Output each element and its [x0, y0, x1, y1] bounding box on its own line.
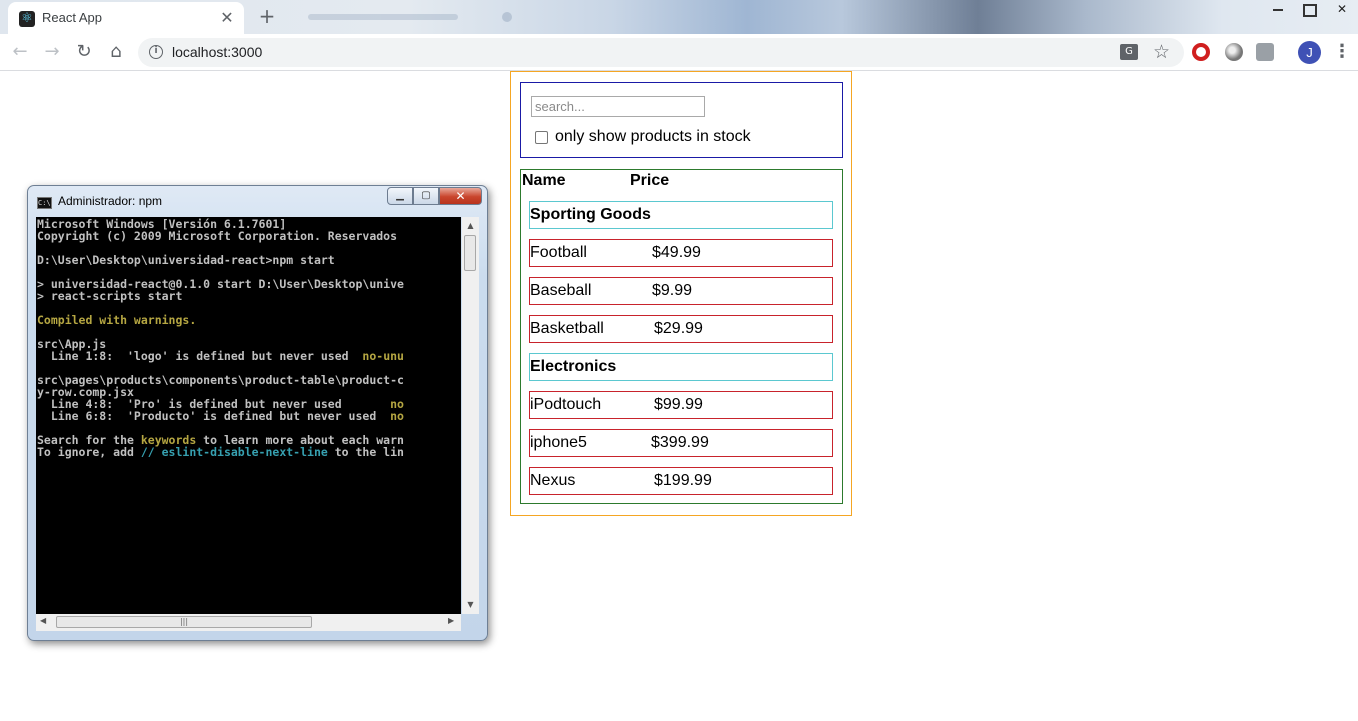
browser-menu-icon[interactable]: ⋮	[1332, 42, 1352, 62]
browser-toolbar: ← → ↻ ⌂ i localhost:3000 G ☆ J ⋮	[0, 34, 1358, 71]
address-bar[interactable]: i localhost:3000 G ☆	[138, 38, 1184, 67]
scroll-left-arrow-icon[interactable]: ◀	[40, 616, 46, 625]
terminal-rule: no	[390, 409, 404, 423]
product-price: $399.99	[651, 434, 709, 451]
scroll-right-arrow-icon[interactable]: ▶	[448, 616, 454, 625]
column-header-name: Name	[522, 172, 566, 189]
terminal-line: To ignore, add // eslint-disable-next-li…	[37, 446, 404, 458]
terminal-output[interactable]: Microsoft Windows [Versión 6.1.7601] Cop…	[36, 217, 461, 614]
close-window-button[interactable]: ✕	[1326, 0, 1358, 20]
home-icon[interactable]: ⌂	[104, 40, 128, 64]
filterable-product-table: only show products in stock Name Price S…	[510, 71, 852, 516]
console-window[interactable]: C:\ Administrador: npm ▁ ▢ ✕ Microsoft W…	[27, 185, 488, 641]
extension-red-icon[interactable]	[1192, 43, 1210, 61]
search-bar: only show products in stock	[520, 82, 843, 158]
product-price: $49.99	[652, 244, 701, 261]
terminal-text: to the lin	[327, 445, 404, 459]
category-row: Sporting Goods	[529, 201, 833, 229]
console-app-icon: C:\	[37, 197, 52, 209]
extension-puzzle-icon[interactable]	[1256, 43, 1274, 61]
product-name: Basketball	[530, 320, 604, 337]
reload-icon[interactable]: ↻	[72, 40, 96, 64]
tab-strip: ⚛ React App ✕ + ✕	[0, 0, 1358, 34]
console-horizontal-scrollbar[interactable]: ◀ ||| ▶	[36, 614, 461, 631]
terminal-line: Copyright (c) 2009 Microsoft Corporation…	[37, 229, 398, 243]
terminal-text: Line 1:8: 'logo' is defined but never us…	[37, 349, 363, 363]
terminal-line: > react-scripts start	[37, 289, 183, 303]
console-window-controls: ▁ ▢ ✕	[387, 187, 482, 206]
product-price: $99.99	[654, 396, 703, 413]
product-price: $29.99	[654, 320, 703, 337]
in-stock-label: only show products in stock	[555, 128, 751, 145]
profile-avatar[interactable]: J	[1298, 41, 1321, 64]
terminal-text: To ignore, add	[37, 445, 141, 459]
console-maximize-button[interactable]: ▢	[413, 187, 439, 205]
category-row: Electronics	[529, 353, 833, 381]
product-name: iphone5	[530, 434, 587, 451]
product-price: $9.99	[652, 282, 693, 299]
terminal-keyword: // eslint-disable-next-line	[140, 445, 328, 459]
terminal-rule: no-unu	[362, 349, 404, 363]
background-tab-title	[308, 14, 458, 20]
extension-circle-icon[interactable]	[1225, 43, 1243, 61]
url-text[interactable]: localhost:3000	[172, 44, 262, 60]
new-tab-button[interactable]: +	[255, 5, 279, 29]
console-title: Administrador: npm	[58, 194, 163, 208]
terminal-line: Line 6:8: 'Producto' is defined but neve…	[37, 410, 404, 422]
search-input[interactable]	[531, 96, 705, 117]
restore-window-button[interactable]	[1294, 0, 1326, 20]
in-stock-checkbox[interactable]	[535, 131, 548, 144]
bookmark-star-icon[interactable]: ☆	[1153, 41, 1170, 63]
forward-icon[interactable]: →	[40, 40, 64, 64]
scroll-up-arrow-icon[interactable]: ▲	[462, 221, 479, 230]
terminal-line: Line 1:8: 'logo' is defined but never us…	[37, 350, 404, 362]
console-close-button[interactable]: ✕	[439, 187, 482, 205]
translate-icon[interactable]: G	[1120, 44, 1138, 60]
product-name: iPodtouch	[530, 396, 602, 413]
product-name: Nexus	[530, 472, 576, 489]
product-row: iphone5 $399.99	[529, 429, 833, 457]
minimize-window-button[interactable]	[1262, 0, 1294, 20]
scroll-down-arrow-icon[interactable]: ▼	[462, 600, 479, 609]
product-name: Football	[530, 244, 587, 261]
product-name: Baseball	[530, 282, 592, 299]
tab-close-icon[interactable]: ✕	[218, 9, 236, 27]
tab-title: React App	[42, 10, 102, 25]
console-minimize-button[interactable]: ▁	[387, 187, 413, 205]
product-row: Nexus $199.99	[529, 467, 833, 495]
category-name: Sporting Goods	[530, 206, 651, 223]
column-header-price: Price	[630, 172, 670, 189]
horizontal-scroll-thumb[interactable]: |||	[56, 616, 312, 628]
window-controls: ✕	[1262, 0, 1358, 20]
terminal-text: Line 6:8: 'Producto' is defined but neve…	[37, 409, 391, 423]
background-tab-icon	[502, 12, 512, 22]
console-vertical-scrollbar[interactable]: ▲ ▼	[462, 217, 479, 614]
site-info-icon[interactable]: i	[149, 45, 163, 59]
back-icon[interactable]: ←	[8, 40, 32, 64]
vertical-scroll-thumb[interactable]	[464, 235, 476, 271]
react-favicon-icon: ⚛	[19, 11, 35, 27]
background-tab[interactable]	[298, 6, 518, 28]
product-table: Name Price Sporting Goods Football $49.9…	[520, 169, 843, 504]
product-row: Football $49.99	[529, 239, 833, 267]
product-price: $199.99	[654, 472, 712, 489]
tab-react-app[interactable]: ⚛ React App ✕	[8, 2, 244, 34]
category-name: Electronics	[530, 358, 617, 375]
product-row: Baseball $9.99	[529, 277, 833, 305]
product-row: Basketball $29.99	[529, 315, 833, 343]
terminal-line-warning: Compiled with warnings.	[37, 313, 197, 327]
product-row: iPodtouch $99.99	[529, 391, 833, 419]
terminal-line: D:\User\Desktop\universidad-react>npm st…	[37, 253, 335, 267]
